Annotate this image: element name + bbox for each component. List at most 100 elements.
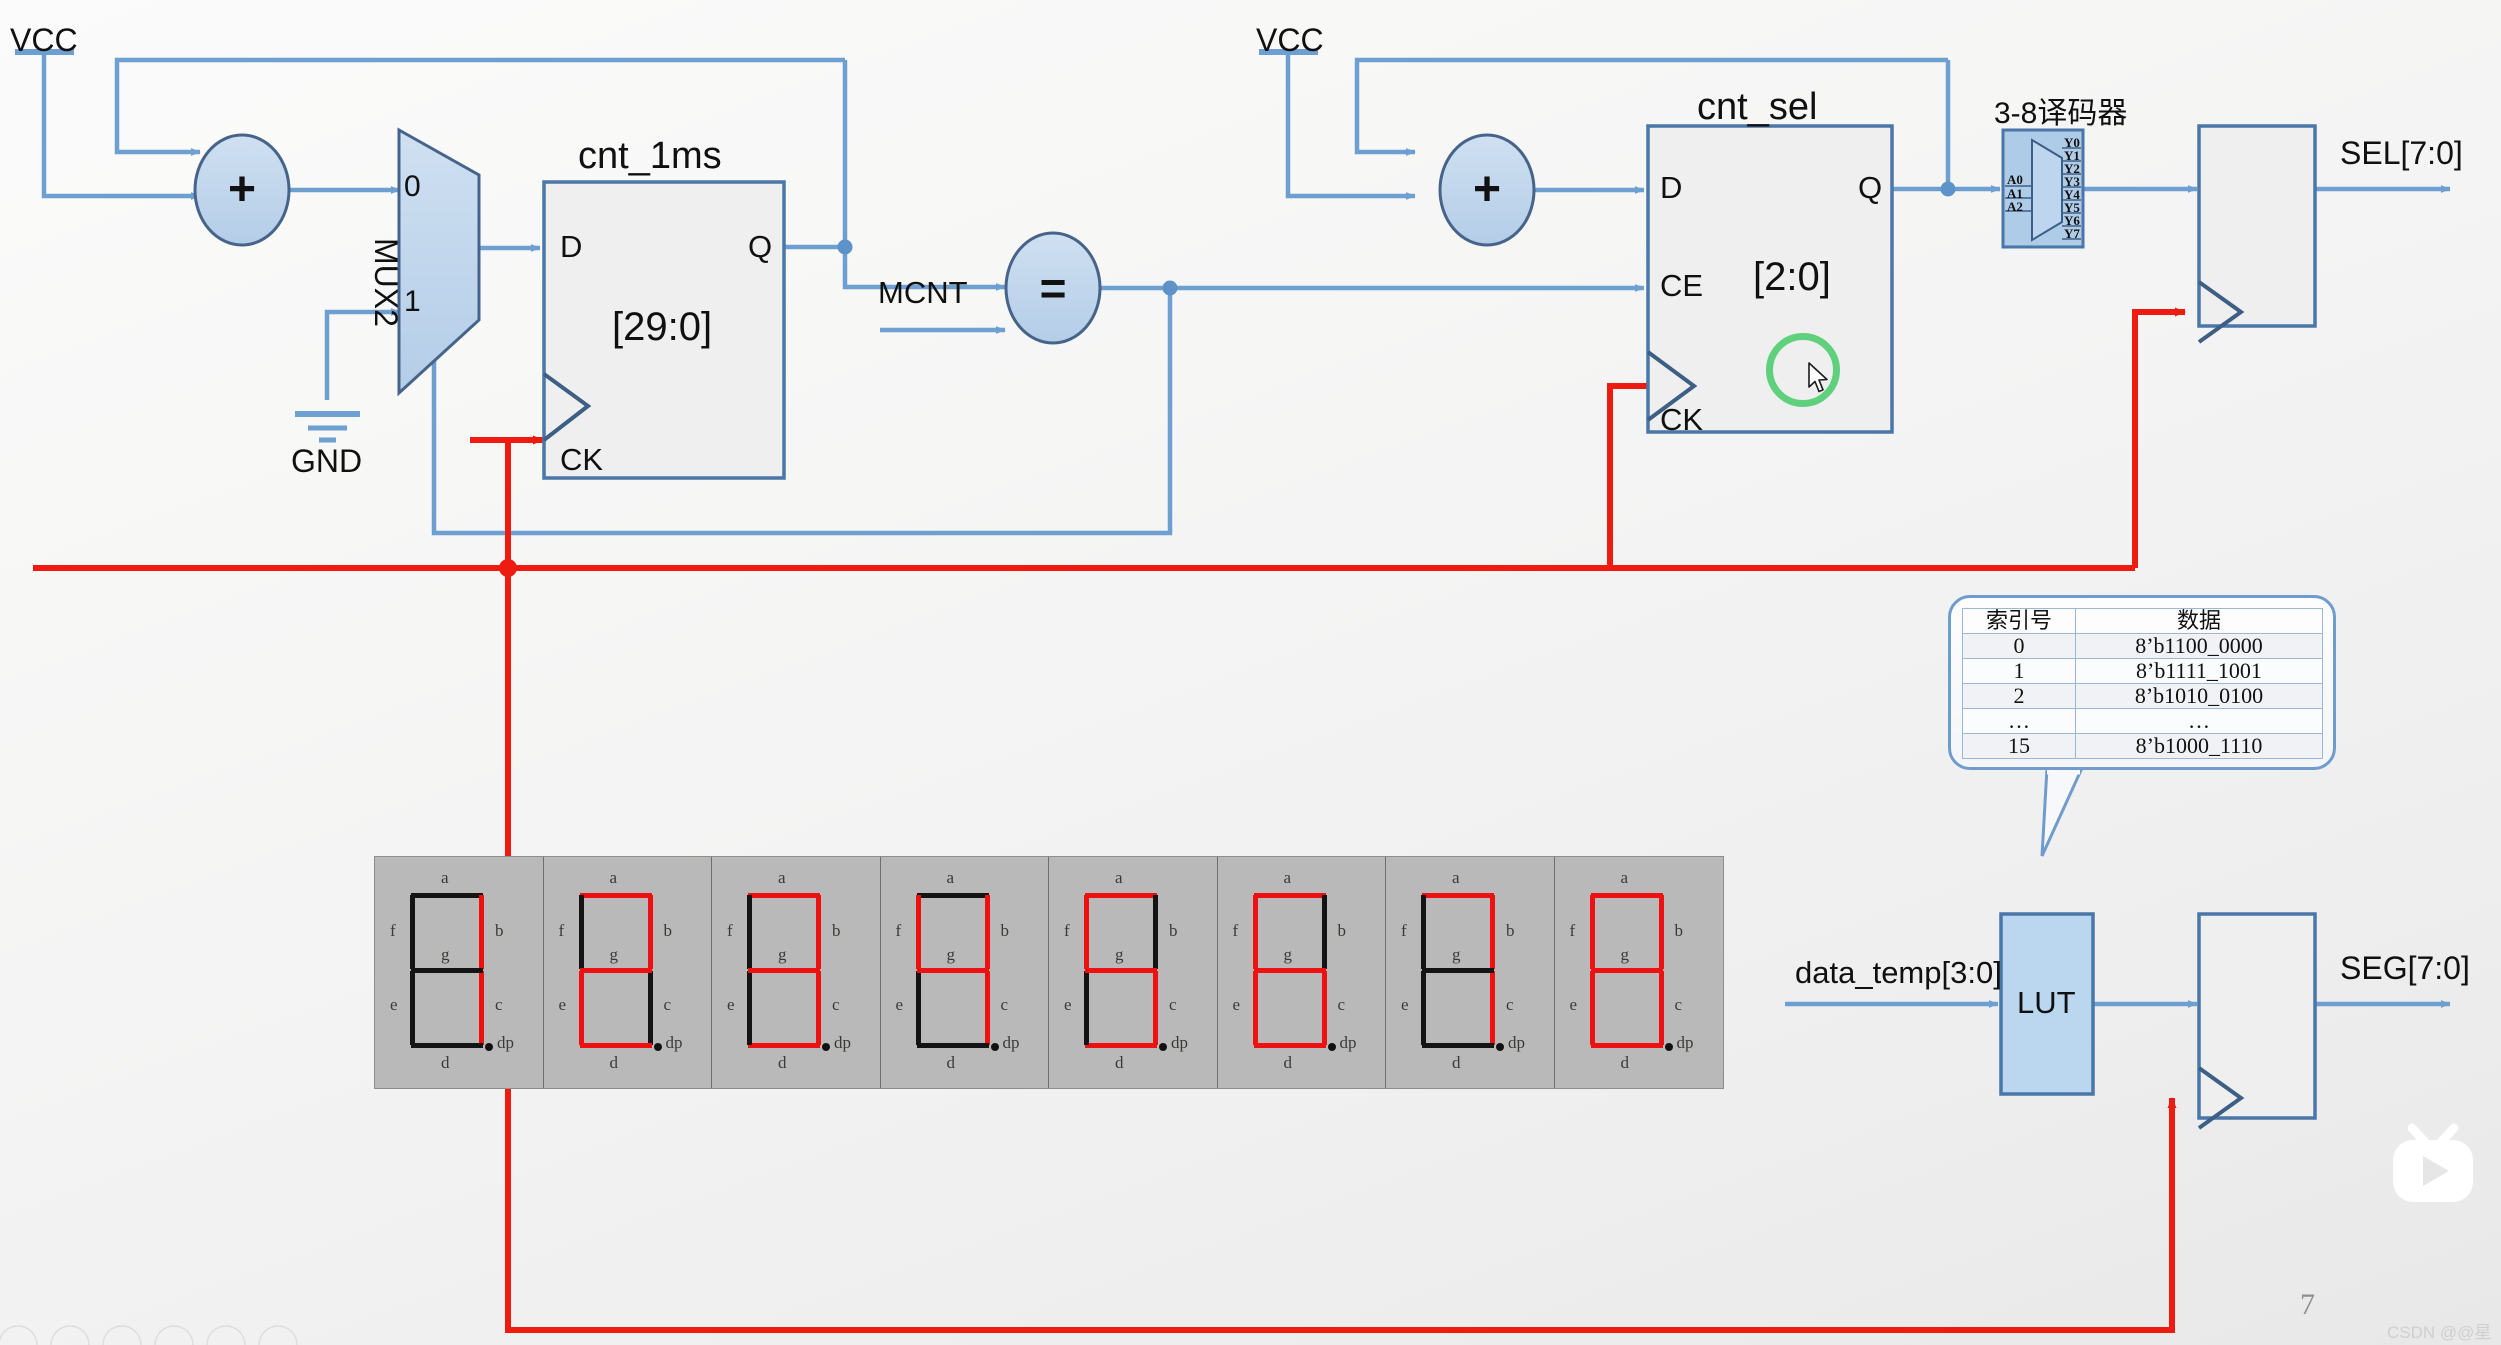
segment-c: [1658, 971, 1664, 1045]
segment-e: [747, 971, 752, 1045]
data-temp-label: data_temp[3:0]: [1795, 955, 2002, 990]
cell-data: …: [2075, 708, 2323, 734]
cell-data: 8’b1010_0100: [2075, 683, 2323, 709]
sel-bus-label: SEL[7:0]: [2340, 135, 2463, 171]
segment-dp-dot: [1664, 1043, 1673, 1051]
cnt-1ms-d-pin: D: [560, 229, 583, 264]
cell-index: 2: [1962, 683, 2076, 709]
segment-d: [411, 1043, 483, 1048]
segment-f: [1084, 895, 1089, 969]
segment-a: [579, 893, 652, 898]
segment-f: [1252, 895, 1258, 969]
comparator-equals: =: [1004, 231, 1102, 345]
segment-label-c: c: [1506, 995, 1514, 1014]
junction-q1: [837, 239, 853, 255]
segment-d: [1085, 1043, 1157, 1048]
cell-data: 8’b1000_1110: [2075, 733, 2323, 759]
segment-label-dp: dp: [1676, 1033, 1694, 1052]
segment-g: [1253, 968, 1326, 973]
segment-a: [1590, 893, 1663, 898]
segment-c: [1490, 971, 1495, 1045]
segment-a: [1253, 893, 1326, 898]
segment-a: [1085, 893, 1157, 898]
segment-e: [1084, 971, 1089, 1045]
segment-label-g: g: [1283, 945, 1293, 964]
segment-label-d: d: [609, 1053, 619, 1072]
segment-label-d: d: [1620, 1053, 1630, 1072]
cnt-sel-q-pin: Q: [1858, 170, 1883, 205]
cnt-sel-d-pin: D: [1660, 170, 1683, 205]
cell-data: 8’b1100_0000: [2075, 633, 2323, 659]
video-play-logo-icon: [2393, 1123, 2473, 1202]
segment-c: [984, 971, 990, 1045]
segment-label-c: c: [663, 995, 672, 1014]
segment-label-d: d: [441, 1053, 450, 1072]
cnt-1ms-title: cnt_1ms: [578, 135, 722, 177]
segment-label-e: e: [1064, 995, 1072, 1014]
gnd-label: GND: [291, 443, 363, 479]
segment-e: [578, 971, 584, 1045]
segment-label-g: g: [1620, 945, 1630, 964]
table-row: 0 8’b1100_0000: [1962, 633, 2323, 659]
cnt-sel-ce-pin: CE: [1660, 268, 1704, 303]
segment-c: [647, 971, 653, 1045]
cell-index: …: [1962, 708, 2076, 734]
junction-q2: [1940, 181, 1956, 197]
seg-bus-label: SEG[7:0]: [2340, 950, 2470, 986]
lut-label: LUT: [2017, 985, 2076, 1020]
table-row: 1 8’b1111_1001: [1962, 658, 2323, 684]
segment-label-dp: dp: [1508, 1033, 1525, 1052]
segment-label-f: f: [1569, 921, 1576, 940]
segment-label-dp: dp: [1339, 1033, 1357, 1052]
seven-segment-digit-3: a b c d e f g dp: [712, 857, 881, 1088]
adder-left: +: [193, 133, 291, 247]
segment-label-a: a: [778, 868, 786, 887]
segment-label-g: g: [609, 945, 619, 964]
wire-vcc-left-to-adder: [41, 52, 201, 200]
mcnt-label: MCNT: [878, 275, 968, 310]
segment-a: [1422, 893, 1494, 898]
segment-label-g: g: [1452, 945, 1461, 964]
table-row: 15 8’b1000_1110: [1962, 733, 2323, 759]
segment-label-f: f: [558, 921, 565, 940]
segment-label-a: a: [1283, 868, 1292, 887]
segment-label-e: e: [895, 995, 904, 1014]
cnt-sel-title: cnt_sel: [1697, 86, 1818, 128]
seven-segment-digit-2: a b c d e f g dp: [544, 857, 712, 1088]
segment-c: [1153, 971, 1158, 1045]
segment-label-c: c: [832, 995, 840, 1014]
cell-data: 8’b1111_1001: [2075, 658, 2323, 684]
segment-g: [1422, 968, 1494, 973]
segment-e: [410, 971, 415, 1045]
segment-label-a: a: [946, 868, 955, 887]
segment-b: [984, 895, 990, 969]
cnt-1ms-width: [29:0]: [612, 305, 713, 349]
segment-label-a: a: [1452, 868, 1460, 887]
junction-cmp: [1162, 280, 1178, 296]
segment-f: [410, 895, 415, 969]
segment-label-f: f: [727, 921, 733, 940]
adder-right: +: [1438, 133, 1536, 247]
segment-label-d: d: [778, 1053, 787, 1072]
seven-segment-display-bank: a b c d e f g dp a b c d e f g dp a b c d e f g dp a b c d e f g dp a b c d…: [374, 856, 1724, 1089]
segment-label-b: b: [1337, 921, 1347, 940]
header-data: 数据: [2075, 608, 2323, 634]
segment-label-e: e: [1232, 995, 1241, 1014]
segment-f: [747, 895, 752, 969]
seven-segment-digit-6: a b c d e f g dp: [1218, 857, 1386, 1088]
segment-label-g: g: [778, 945, 787, 964]
segment-b: [1153, 895, 1158, 969]
segment-label-f: f: [1232, 921, 1239, 940]
svg-text:+: +: [1473, 163, 1501, 216]
table-row: 2 8’b1010_0100: [1962, 683, 2323, 709]
cnt-1ms-ck-pin: CK: [560, 442, 604, 477]
sel-output-register[interactable]: [2197, 124, 2317, 344]
seg-output-register[interactable]: [2197, 912, 2317, 1130]
segment-label-g: g: [946, 945, 956, 964]
svg-text:+: +: [228, 163, 256, 216]
segment-label-f: f: [895, 921, 902, 940]
segment-dp-dot: [1496, 1043, 1504, 1051]
segment-g: [1590, 968, 1663, 973]
segment-f: [1589, 895, 1595, 969]
seven-segment-digit-5: a b c d e f g dp: [1049, 857, 1218, 1088]
